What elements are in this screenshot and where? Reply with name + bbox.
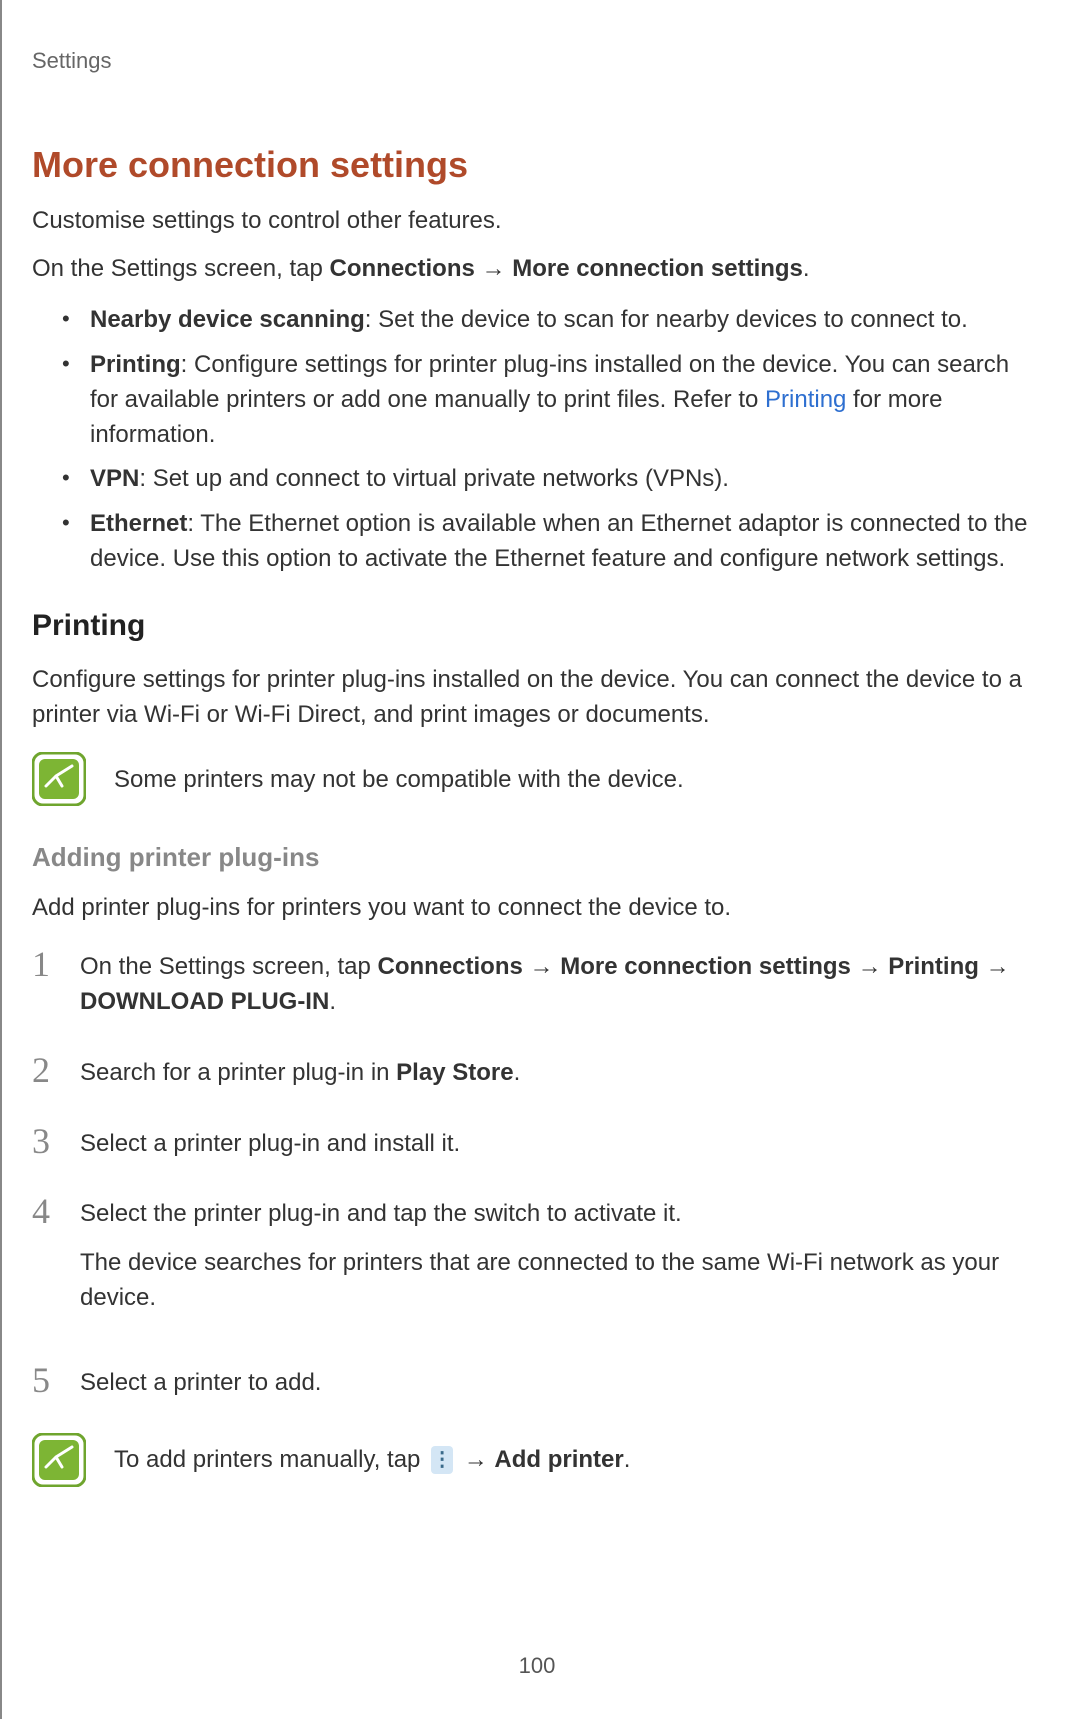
step-4: 4 Select the printer plug-in and tap the… [32,1193,1042,1329]
step-number: 5 [32,1362,60,1398]
page-number: 100 [519,1653,556,1679]
s4-line1: Select the printer plug-in and tap the s… [80,1197,1042,1232]
printing-body: Configure settings for printer plug-ins … [32,663,1042,733]
note-text: Some printers may not be compatible with… [114,763,684,797]
step-number: 1 [32,946,60,982]
s1-p4: DOWNLOAD PLUG-IN [80,988,329,1015]
plugins-intro: Add printer plug-ins for printers you wa… [32,891,1042,926]
step-number: 2 [32,1052,60,1088]
step-body: Select a printer plug-in and install it. [80,1123,1042,1162]
s1-pre: On the Settings screen, tap [80,953,378,980]
note-icon [32,752,86,806]
note-row-2: To add printers manually, tap → Add prin… [32,1433,1042,1487]
step-number: 3 [32,1123,60,1159]
step-body: On the Settings screen, tap Connections … [80,946,1042,1020]
feature-list: Nearby device scanning: Set the device t… [62,303,1042,577]
note2-arrow: → [457,1446,494,1473]
page-header-section: Settings [32,48,1042,74]
path-more-connection: More connection settings [512,255,803,282]
plugins-heading: Adding printer plug-ins [32,842,1042,873]
desc-ethernet: : The Ethernet option is available when … [90,510,1027,572]
s1-a1: → [523,953,560,980]
s1-a3: → [979,953,1010,980]
step-body: Select the printer plug-in and tap the s… [80,1193,1042,1329]
s1-suffix: . [329,988,336,1015]
term-ethernet: Ethernet [90,510,187,537]
term-nearby: Nearby device scanning [90,306,365,333]
path-prefix: On the Settings screen, tap [32,255,330,282]
step-body: Search for a printer plug-in in Play Sto… [80,1052,1042,1091]
s4-line2: The device searches for printers that ar… [80,1246,1042,1316]
path-arrow: → [475,255,512,282]
list-item: VPN: Set up and connect to virtual priva… [62,462,1042,497]
printing-heading: Printing [32,609,1042,643]
note-row: Some printers may not be compatible with… [32,752,1042,806]
list-item: Nearby device scanning: Set the device t… [62,303,1042,338]
note2-suffix: . [624,1446,631,1473]
desc-vpn: : Set up and connect to virtual private … [139,465,729,492]
desc-nearby: : Set the device to scan for nearby devi… [365,306,968,333]
step-1: 1 On the Settings screen, tap Connection… [32,946,1042,1020]
printing-link[interactable]: Printing [765,386,846,413]
s2-pre: Search for a printer plug-in in [80,1059,396,1086]
term-vpn: VPN [90,465,139,492]
list-item: Printing: Configure settings for printer… [62,348,1042,452]
page-title: More connection settings [32,144,1042,186]
step-3: 3 Select a printer plug-in and install i… [32,1123,1042,1162]
note2-b: Add printer [494,1446,623,1473]
path-connections: Connections [330,255,475,282]
intro-text: Customise settings to control other feat… [32,204,1042,238]
s1-p1: Connections [378,953,523,980]
s1-a2: → [851,953,888,980]
s1-p3: Printing [888,953,979,980]
s2-b: Play Store [396,1059,513,1086]
note-icon [32,1433,86,1487]
navigation-path: On the Settings screen, tap Connections … [32,252,1042,286]
more-options-icon [431,1446,453,1474]
step-2: 2 Search for a printer plug-in in Play S… [32,1052,1042,1091]
step-5: 5 Select a printer to add. [32,1362,1042,1401]
s2-suffix: . [514,1059,521,1086]
term-printing: Printing [90,351,181,378]
note2-text: To add printers manually, tap → Add prin… [114,1443,630,1477]
step-body: Select a printer to add. [80,1362,1042,1401]
s1-p2: More connection settings [560,953,851,980]
note2-pre: To add printers manually, tap [114,1446,427,1473]
list-item: Ethernet: The Ethernet option is availab… [62,507,1042,577]
path-suffix: . [803,255,810,282]
steps-list: 1 On the Settings screen, tap Connection… [32,946,1042,1400]
step-number: 4 [32,1193,60,1229]
